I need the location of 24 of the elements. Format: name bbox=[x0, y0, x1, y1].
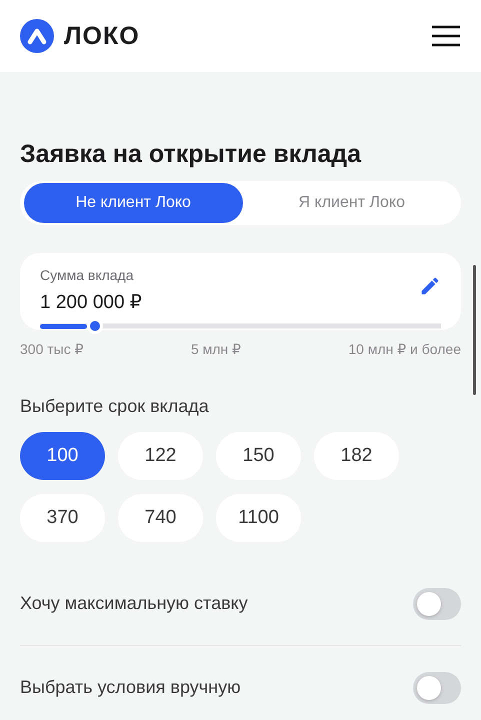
term-chip[interactable]: 1100 bbox=[216, 494, 301, 542]
menu-button[interactable] bbox=[431, 25, 461, 47]
page-title: Заявка на открытие вклада bbox=[20, 140, 362, 169]
term-chip[interactable]: 122 bbox=[118, 432, 203, 480]
term-chip[interactable]: 740 bbox=[118, 494, 203, 542]
term-label: Выберите срок вклада bbox=[20, 396, 210, 417]
toggle-switch[interactable] bbox=[413, 588, 461, 620]
logo-icon bbox=[20, 19, 54, 53]
amount-value: 1 200 000 ₽ bbox=[40, 291, 143, 314]
scale-label: 5 млн ₽ bbox=[190, 341, 241, 358]
toggle-label: Выбрать условия вручную bbox=[20, 677, 241, 698]
toggle-switch[interactable] bbox=[413, 672, 461, 704]
amount-label: Сумма вклада bbox=[40, 267, 135, 283]
scale-label: 10 млн ₽ и более bbox=[348, 341, 461, 358]
client-tab[interactable]: Не клиент Локо bbox=[24, 183, 242, 223]
term-chip[interactable]: 100 bbox=[20, 432, 105, 480]
logo-text: ЛОКО bbox=[64, 22, 140, 50]
scrollbar[interactable] bbox=[473, 265, 476, 395]
scale-label: 300 тыс ₽ bbox=[20, 341, 84, 358]
toggle-label: Хочу максимальную ставку bbox=[20, 593, 248, 614]
pencil-icon[interactable] bbox=[419, 275, 441, 297]
term-chip[interactable]: 150 bbox=[216, 432, 301, 480]
term-chip[interactable]: 370 bbox=[20, 494, 105, 542]
term-chip[interactable]: 182 bbox=[314, 432, 399, 480]
